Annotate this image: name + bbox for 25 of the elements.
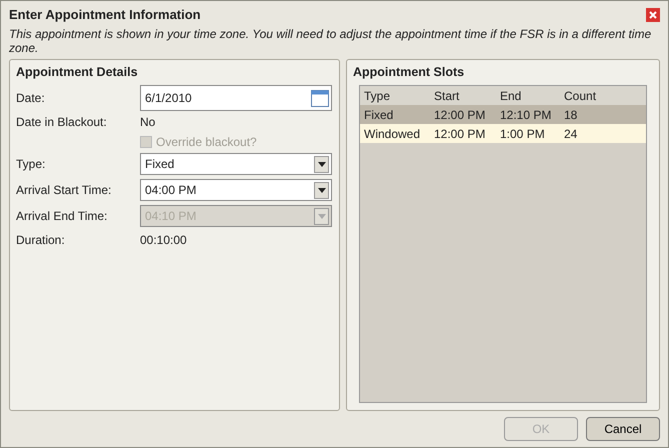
field-label: Date: (16, 90, 46, 108)
field-label: Duration: (16, 232, 66, 250)
field-label: Arrival End Time: (16, 208, 108, 226)
checkbox-label: Override blackout? (156, 134, 257, 152)
dialog-button[interactable]: Cancel (586, 417, 660, 441)
field-label: Type: (16, 156, 46, 174)
dialog-title: Enter Appointment Information (9, 6, 201, 24)
field-label: Date in Blackout: (16, 114, 108, 132)
column-header[interactable]: Count (560, 86, 610, 105)
date-field[interactable]: 6/1/2010 (140, 85, 332, 112)
close-button[interactable] (646, 8, 660, 22)
calendar-icon[interactable] (311, 89, 329, 108)
column-header[interactable]: End (496, 86, 560, 105)
panel-title: Appointment Details (16, 64, 139, 81)
column-header[interactable]: Start (430, 86, 496, 105)
table-row[interactable]: Windowed 12:00 PM 1:00 PM 24 (360, 124, 646, 144)
dropdown[interactable]: 04:00 PM (140, 179, 332, 202)
column-header[interactable]: Type (360, 86, 430, 105)
field-value: 00:10:00 (140, 232, 187, 250)
dropdown[interactable]: Fixed (140, 153, 332, 176)
field-value: No (140, 114, 156, 132)
table-row[interactable]: Fixed 12:00 PM 12:10 PM 18 (360, 105, 646, 124)
notice-text: This appointment is shown in your time zone. You will need to adjust the appointment time if the FSR is in a different time zone. (9, 26, 652, 54)
panel-title: Appointment Slots (353, 64, 466, 81)
field-label: Arrival Start Time: (16, 182, 112, 200)
